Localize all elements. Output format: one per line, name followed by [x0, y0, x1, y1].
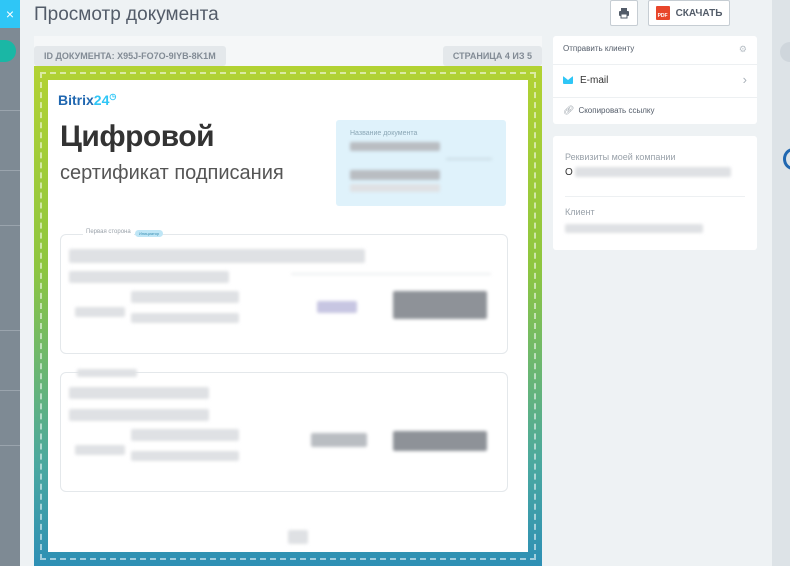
- divider: [291, 273, 491, 275]
- send-header: Отправить клиенту: [563, 44, 635, 53]
- initiator-badge: Инициатор: [135, 230, 164, 237]
- redacted-text: [131, 291, 239, 303]
- redacted-text: [69, 387, 209, 399]
- chevron-right-icon: ›: [742, 72, 747, 87]
- close-slider-button[interactable]: ×: [0, 0, 20, 28]
- page-title: Просмотр документа: [34, 4, 219, 25]
- pdf-icon: PDF: [655, 6, 670, 20]
- redacted-signature: [317, 301, 357, 313]
- copy-link-button[interactable]: 🔗︎ Скопировать ссылку: [563, 105, 654, 116]
- copy-link-label: Скопировать ссылку: [578, 106, 655, 115]
- redacted-text: [565, 224, 703, 233]
- link-icon: 🔗︎: [563, 105, 575, 115]
- redacted-text: [446, 158, 492, 160]
- printer-icon: [619, 8, 629, 19]
- divider: [0, 330, 20, 331]
- divider: [0, 390, 20, 391]
- redacted-text: [131, 313, 239, 323]
- send-email-option[interactable]: E-mail ›: [553, 64, 757, 98]
- redacted-text: [131, 451, 239, 461]
- first-party-card: Первая сторона Инициатор: [60, 229, 508, 354]
- document-name-label: Название документа: [350, 130, 418, 137]
- my-company-value: О: [565, 167, 573, 178]
- second-party-card: [60, 369, 508, 492]
- gear-icon[interactable]: ⚙: [739, 44, 747, 55]
- page-counter: СТРАНИЦА 4 ИЗ 5: [442, 46, 542, 66]
- redacted-text: [75, 307, 125, 317]
- redacted-text: [69, 409, 209, 421]
- my-company-label: Реквизиты моей компании: [565, 152, 676, 162]
- redacted-text: [131, 429, 239, 441]
- left-backdrop: [0, 0, 20, 566]
- bitrix24-logo: Bitrix24◷: [58, 92, 116, 108]
- certificate-subtitle: сертификат подписания: [60, 162, 284, 184]
- certificate-paper: Bitrix24◷ Цифровой сертификат подписания…: [48, 80, 528, 552]
- clock-icon: ◷: [109, 92, 117, 101]
- redacted-text: [69, 271, 229, 283]
- divider: [0, 170, 20, 171]
- download-label: СКАЧАТЬ: [675, 7, 723, 19]
- divider: [565, 196, 745, 197]
- download-button[interactable]: PDF СКАЧАТЬ: [648, 0, 730, 26]
- redacted-text: [75, 445, 125, 455]
- redacted-text: [575, 167, 731, 177]
- divider: [0, 445, 20, 446]
- close-icon: ×: [5, 6, 15, 22]
- certificate-border: Bitrix24◷ Цифровой сертификат подписания…: [40, 72, 536, 560]
- redacted-text: [288, 530, 308, 544]
- logo-text: Bitrix: [58, 92, 94, 108]
- mail-icon: [563, 76, 573, 84]
- redacted-text: [350, 170, 440, 180]
- client-label: Клиент: [565, 207, 595, 217]
- first-party-label: Первая сторона: [83, 229, 134, 235]
- document-preview: ID ДОКУМЕНТА: X95J-FO7O-9IYB-8K1M СТРАНИ…: [34, 36, 542, 566]
- redacted-text: [350, 184, 440, 192]
- redacted-text: [69, 249, 365, 263]
- right-backdrop: [772, 0, 790, 566]
- redacted-text: [77, 369, 137, 377]
- document-name-box: Название документа: [336, 120, 506, 206]
- divider: [0, 110, 20, 111]
- certificate-title: Цифровой: [60, 120, 215, 153]
- divider: [0, 225, 20, 226]
- certificate-page: Bitrix24◷ Цифровой сертификат подписания…: [34, 66, 542, 566]
- redacted-text: [350, 142, 440, 151]
- redacted-signature: [393, 431, 487, 451]
- logo-number: 24: [93, 92, 110, 108]
- print-button[interactable]: [610, 0, 638, 26]
- redacted-signature: [311, 433, 367, 447]
- email-label: E-mail: [580, 75, 609, 86]
- send-to-client-card: Отправить клиенту ⚙ E-mail › 🔗︎ Скопирова…: [553, 36, 757, 124]
- document-id: ID ДОКУМЕНТА: X95J-FO7O-9IYB-8K1M: [34, 46, 226, 66]
- redacted-signature: [393, 291, 487, 319]
- requisites-card: Реквизиты моей компании О Клиент: [553, 136, 757, 250]
